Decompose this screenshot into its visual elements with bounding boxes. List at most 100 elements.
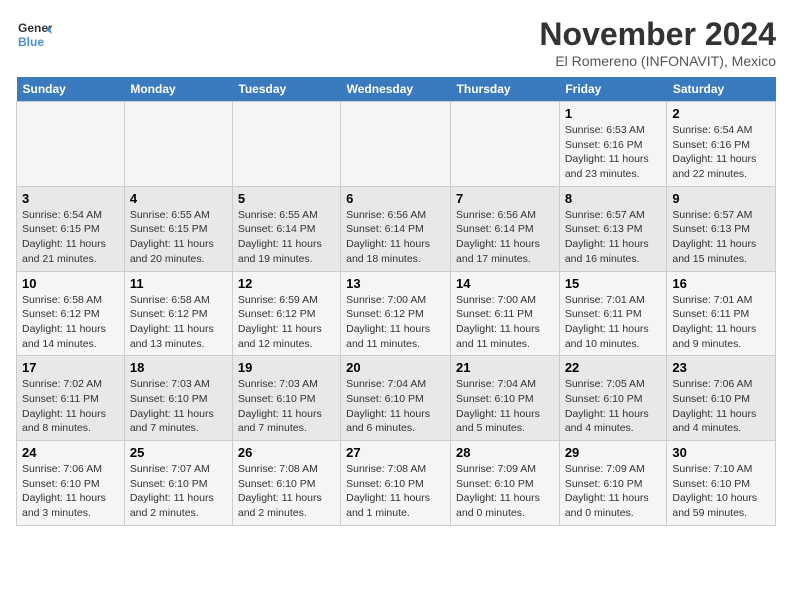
day-info: Sunrise: 6:54 AM Sunset: 6:16 PM Dayligh…: [672, 123, 770, 182]
day-number: 1: [565, 106, 662, 121]
calendar-header-friday: Friday: [559, 77, 667, 102]
calendar-cell: 3Sunrise: 6:54 AM Sunset: 6:15 PM Daylig…: [17, 186, 125, 271]
calendar-week-5: 24 Sunrise: 7:06 AM Sunset: 6:10 PM Dayli…: [17, 441, 776, 526]
day-info: Sunrise: 7:07 AM Sunset: 6:10 PM Dayligh…: [130, 462, 227, 521]
calendar-cell: 19 Sunrise: 7:03 AM Sunset: 6:10 PM Dayli…: [232, 356, 340, 441]
calendar-cell: [341, 102, 451, 187]
day-info: Sunrise: 7:00 AM Sunset: 6:11 PM Dayligh…: [456, 293, 554, 352]
calendar-cell: 7 Sunrise: 6:56 AM Sunset: 6:14 PM Daylig…: [451, 186, 560, 271]
day-info: Sunrise: 6:58 AM Sunset: 6:12 PM Dayligh…: [22, 293, 119, 352]
day-number: 6: [346, 191, 445, 206]
calendar-week-3: 10 Sunrise: 6:58 AM Sunset: 6:12 PM Dayli…: [17, 271, 776, 356]
day-number: 4: [130, 191, 227, 206]
day-number: 17: [22, 360, 119, 375]
page-header: General Blue November 2024 El Romereno (…: [16, 16, 776, 69]
day-number: 26: [238, 445, 335, 460]
calendar-cell: 9 Sunrise: 6:57 AM Sunset: 6:13 PM Daylig…: [667, 186, 776, 271]
day-number: 30: [672, 445, 770, 460]
location-subtitle: El Romereno (INFONAVIT), Mexico: [539, 53, 776, 69]
day-number: 28: [456, 445, 554, 460]
day-info: Sunrise: 7:03 AM Sunset: 6:10 PM Dayligh…: [238, 377, 335, 436]
day-number: 27: [346, 445, 445, 460]
calendar-cell: 28 Sunrise: 7:09 AM Sunset: 6:10 PM Dayli…: [451, 441, 560, 526]
calendar-cell: 26 Sunrise: 7:08 AM Sunset: 6:10 PM Dayli…: [232, 441, 340, 526]
day-number: 15: [565, 276, 662, 291]
calendar-cell: 21 Sunrise: 7:04 AM Sunset: 6:10 PM Dayli…: [451, 356, 560, 441]
day-info: Sunrise: 7:04 AM Sunset: 6:10 PM Dayligh…: [456, 377, 554, 436]
day-info: Sunrise: 7:03 AM Sunset: 6:10 PM Dayligh…: [130, 377, 227, 436]
calendar-cell: 29 Sunrise: 7:09 AM Sunset: 6:10 PM Dayli…: [559, 441, 667, 526]
svg-text:Blue: Blue: [18, 35, 44, 49]
calendar-header-thursday: Thursday: [451, 77, 560, 102]
calendar-cell: 13 Sunrise: 7:00 AM Sunset: 6:12 PM Dayli…: [341, 271, 451, 356]
calendar-cell: 18 Sunrise: 7:03 AM Sunset: 6:10 PM Dayli…: [124, 356, 232, 441]
day-number: 13: [346, 276, 445, 291]
calendar-week-1: 1Sunrise: 6:53 AM Sunset: 6:16 PM Daylig…: [17, 102, 776, 187]
day-number: 24: [22, 445, 119, 460]
day-number: 20: [346, 360, 445, 375]
day-number: 12: [238, 276, 335, 291]
day-number: 7: [456, 191, 554, 206]
calendar-cell: [17, 102, 125, 187]
day-info: Sunrise: 6:54 AM Sunset: 6:15 PM Dayligh…: [22, 208, 119, 267]
day-info: Sunrise: 7:01 AM Sunset: 6:11 PM Dayligh…: [672, 293, 770, 352]
calendar-cell: 25Sunrise: 7:07 AM Sunset: 6:10 PM Dayli…: [124, 441, 232, 526]
day-info: Sunrise: 7:06 AM Sunset: 6:10 PM Dayligh…: [672, 377, 770, 436]
calendar-cell: 23 Sunrise: 7:06 AM Sunset: 6:10 PM Dayli…: [667, 356, 776, 441]
calendar-cell: 10 Sunrise: 6:58 AM Sunset: 6:12 PM Dayli…: [17, 271, 125, 356]
day-number: 10: [22, 276, 119, 291]
calendar-table: SundayMondayTuesdayWednesdayThursdayFrid…: [16, 77, 776, 526]
day-number: 5: [238, 191, 335, 206]
day-number: 16: [672, 276, 770, 291]
calendar-cell: 4 Sunrise: 6:55 AM Sunset: 6:15 PM Daylig…: [124, 186, 232, 271]
day-info: Sunrise: 6:55 AM Sunset: 6:15 PM Dayligh…: [130, 208, 227, 267]
day-number: 8: [565, 191, 662, 206]
day-info: Sunrise: 7:09 AM Sunset: 6:10 PM Dayligh…: [456, 462, 554, 521]
day-info: Sunrise: 7:08 AM Sunset: 6:10 PM Dayligh…: [346, 462, 445, 521]
title-block: November 2024 El Romereno (INFONAVIT), M…: [539, 16, 776, 69]
day-info: Sunrise: 7:08 AM Sunset: 6:10 PM Dayligh…: [238, 462, 335, 521]
calendar-cell: 1Sunrise: 6:53 AM Sunset: 6:16 PM Daylig…: [559, 102, 667, 187]
calendar-cell: 11Sunrise: 6:58 AM Sunset: 6:12 PM Dayli…: [124, 271, 232, 356]
calendar-cell: [232, 102, 340, 187]
calendar-cell: 30Sunrise: 7:10 AM Sunset: 6:10 PM Dayli…: [667, 441, 776, 526]
calendar-header-row: SundayMondayTuesdayWednesdayThursdayFrid…: [17, 77, 776, 102]
calendar-header-tuesday: Tuesday: [232, 77, 340, 102]
day-number: 2: [672, 106, 770, 121]
calendar-cell: 27 Sunrise: 7:08 AM Sunset: 6:10 PM Dayli…: [341, 441, 451, 526]
day-info: Sunrise: 7:02 AM Sunset: 6:11 PM Dayligh…: [22, 377, 119, 436]
day-number: 18: [130, 360, 227, 375]
calendar-cell: 14 Sunrise: 7:00 AM Sunset: 6:11 PM Dayli…: [451, 271, 560, 356]
day-info: Sunrise: 6:56 AM Sunset: 6:14 PM Dayligh…: [456, 208, 554, 267]
day-number: 21: [456, 360, 554, 375]
calendar-cell: 16 Sunrise: 7:01 AM Sunset: 6:11 PM Dayli…: [667, 271, 776, 356]
day-number: 23: [672, 360, 770, 375]
day-info: Sunrise: 7:06 AM Sunset: 6:10 PM Dayligh…: [22, 462, 119, 521]
logo-svg: General Blue: [16, 16, 52, 52]
calendar-week-2: 3Sunrise: 6:54 AM Sunset: 6:15 PM Daylig…: [17, 186, 776, 271]
day-info: Sunrise: 6:57 AM Sunset: 6:13 PM Dayligh…: [672, 208, 770, 267]
day-info: Sunrise: 7:00 AM Sunset: 6:12 PM Dayligh…: [346, 293, 445, 352]
day-number: 19: [238, 360, 335, 375]
calendar-cell: 6Sunrise: 6:56 AM Sunset: 6:14 PM Daylig…: [341, 186, 451, 271]
calendar-cell: 22Sunrise: 7:05 AM Sunset: 6:10 PM Dayli…: [559, 356, 667, 441]
calendar-cell: 24 Sunrise: 7:06 AM Sunset: 6:10 PM Dayli…: [17, 441, 125, 526]
day-number: 29: [565, 445, 662, 460]
day-number: 14: [456, 276, 554, 291]
calendar-cell: 12Sunrise: 6:59 AM Sunset: 6:12 PM Dayli…: [232, 271, 340, 356]
day-info: Sunrise: 6:58 AM Sunset: 6:12 PM Dayligh…: [130, 293, 227, 352]
calendar-header-monday: Monday: [124, 77, 232, 102]
calendar-header-wednesday: Wednesday: [341, 77, 451, 102]
day-info: Sunrise: 6:55 AM Sunset: 6:14 PM Dayligh…: [238, 208, 335, 267]
calendar-cell: [124, 102, 232, 187]
calendar-cell: 15Sunrise: 7:01 AM Sunset: 6:11 PM Dayli…: [559, 271, 667, 356]
day-number: 22: [565, 360, 662, 375]
day-info: Sunrise: 7:09 AM Sunset: 6:10 PM Dayligh…: [565, 462, 662, 521]
day-info: Sunrise: 6:57 AM Sunset: 6:13 PM Dayligh…: [565, 208, 662, 267]
calendar-cell: 8 Sunrise: 6:57 AM Sunset: 6:13 PM Daylig…: [559, 186, 667, 271]
calendar-cell: 2 Sunrise: 6:54 AM Sunset: 6:16 PM Daylig…: [667, 102, 776, 187]
day-number: 9: [672, 191, 770, 206]
calendar-week-4: 17 Sunrise: 7:02 AM Sunset: 6:11 PM Dayli…: [17, 356, 776, 441]
svg-text:General: General: [18, 21, 52, 35]
calendar-cell: 17 Sunrise: 7:02 AM Sunset: 6:11 PM Dayli…: [17, 356, 125, 441]
